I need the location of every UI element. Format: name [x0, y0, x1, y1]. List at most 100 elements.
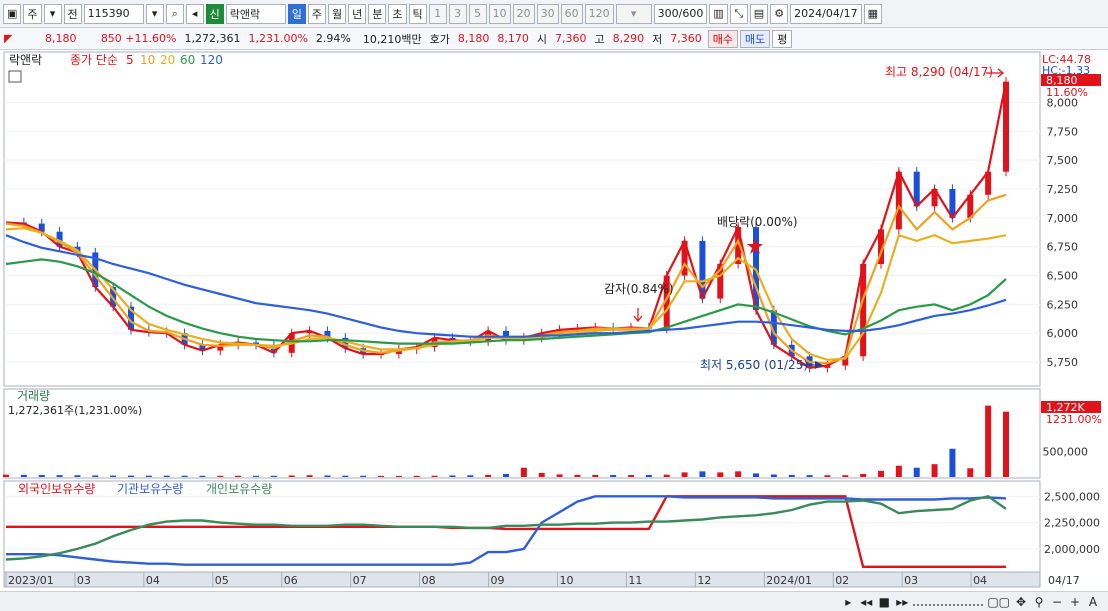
interval-10[interactable]: 10: [488, 3, 511, 24]
volume-bar: [592, 474, 599, 477]
interval-5[interactable]: 5: [468, 3, 487, 24]
ma-legend: 종가 단순 5 10 20 60 120: [70, 53, 223, 67]
holdings-tick-label: 2,500,000: [1044, 490, 1100, 503]
volume-title: 거래량: [17, 389, 50, 403]
interval-dropdown[interactable]: ▾: [615, 3, 652, 24]
interval-120[interactable]: 120: [584, 3, 614, 24]
scroll-right-icon[interactable]: ▸: [841, 595, 855, 609]
minus-icon[interactable]: −: [1050, 595, 1064, 609]
volume-bar: [92, 475, 99, 477]
volume-bar: [913, 467, 920, 477]
prefix-select[interactable]: 전: [63, 3, 82, 24]
high-label: 고: [594, 32, 605, 46]
volume-bar: [306, 475, 313, 477]
price-tick-label: 5,750: [1047, 356, 1079, 369]
price-title: 락앤락: [9, 53, 42, 67]
draw-icon[interactable]: ⤡: [729, 3, 748, 24]
x-tick-label: 2024/01: [766, 574, 812, 587]
tab-second[interactable]: 초: [388, 3, 407, 24]
low-price: 7,360: [670, 32, 702, 45]
eval-button[interactable]: 평: [772, 29, 793, 48]
new-badge: 신: [205, 3, 224, 24]
forward-icon[interactable]: ▸▸: [895, 595, 909, 609]
volume-percent: 1,231.00%: [248, 32, 308, 45]
gear-icon[interactable]: ⚙: [770, 3, 789, 24]
volume-bar: [574, 474, 581, 477]
dropdown-arrow-icon[interactable]: ▾: [43, 3, 62, 24]
volume-bar: [520, 467, 527, 477]
legend-individual: 개인보유수량: [206, 482, 272, 496]
legend-ma120: 120: [200, 53, 223, 67]
stop-icon[interactable]: ■: [877, 595, 891, 609]
price-change: 850 +11.60%: [100, 32, 177, 45]
x-tick-label: 07: [353, 574, 367, 587]
zoom-icon[interactable]: ⚲: [1032, 595, 1046, 609]
volume-bar: [56, 475, 63, 477]
tab-day[interactable]: 일: [287, 3, 306, 24]
volume-bar: [20, 474, 27, 477]
interval-3[interactable]: 3: [448, 3, 467, 24]
volume-value: 1,272,361: [184, 32, 241, 45]
flag-icon: ◤: [4, 32, 13, 45]
interval-1[interactable]: 1: [428, 3, 447, 24]
data-count[interactable]: 300/600: [653, 3, 708, 24]
volume-bar: [395, 475, 402, 477]
x-tick-label: 10: [559, 574, 573, 587]
turnover-percent: 2.94%: [315, 32, 351, 45]
interval-20[interactable]: 20: [512, 3, 535, 24]
sell-button[interactable]: 매도: [739, 29, 771, 48]
tools-icon[interactable]: ✥: [1014, 595, 1028, 609]
chart-svg: 5,750 6,000 6,250 6,500 6,750 7,000 7,250 7,500…: [3, 51, 1102, 588]
volume-bar: [699, 471, 706, 477]
save-icon[interactable]: ▤: [749, 3, 769, 24]
search-icon[interactable]: ⌕: [165, 3, 184, 24]
font-icon[interactable]: A: [1086, 595, 1100, 609]
volume-bar: [38, 475, 45, 477]
tab-month[interactable]: 월: [328, 3, 347, 24]
tab-year[interactable]: 년: [348, 3, 367, 24]
volume-bar: [253, 475, 259, 477]
date-input[interactable]: 2024/04/17: [790, 3, 862, 24]
price-tick-label: 6,000: [1047, 327, 1079, 340]
period-select[interactable]: 주: [23, 3, 42, 24]
speaker-icon[interactable]: ◂: [185, 3, 204, 24]
tab-tick[interactable]: 틱: [408, 3, 427, 24]
plus-icon[interactable]: +: [1068, 595, 1082, 609]
chart-type-icon[interactable]: ▣: [3, 3, 22, 24]
tab-week[interactable]: 주: [307, 3, 327, 24]
holdings-panel: 2,000,000 2,250,000 2,500,000 외국인보유수량 기관보유…: [3, 480, 1100, 573]
volume-bar: [413, 475, 420, 477]
table-icon[interactable]: [8, 70, 22, 83]
price-tick-label: 6,500: [1047, 270, 1079, 283]
legend-ma5: 5: [126, 53, 134, 67]
candle-icon[interactable]: ▥: [709, 3, 728, 24]
x-tick-label: 09: [491, 574, 505, 587]
ask-price: 8,180: [457, 32, 490, 45]
x-tick-label: 02: [835, 574, 849, 587]
volume-bar: [163, 475, 170, 477]
high-price: 8,290: [612, 32, 645, 45]
price-tick-label: 6,250: [1047, 298, 1079, 311]
tab-minute[interactable]: 분: [368, 3, 387, 24]
layout-icon[interactable]: ▢▢: [987, 595, 1010, 609]
code-dropdown-icon[interactable]: ▾: [145, 3, 164, 24]
volume-bar: [342, 475, 349, 477]
volume-bar: [199, 475, 206, 477]
interval-60[interactable]: 60: [560, 3, 583, 24]
calendar-icon[interactable]: ▦: [863, 3, 882, 24]
volume-bar: [288, 475, 295, 477]
volume-bar: [860, 473, 867, 477]
buy-button[interactable]: 매수: [707, 29, 738, 48]
volume-bar: [235, 475, 242, 477]
stock-code-input[interactable]: 115390: [83, 3, 144, 24]
volume-bar: [503, 473, 509, 477]
volume-bar: [949, 448, 956, 477]
rewind-icon[interactable]: ◂◂: [859, 595, 873, 609]
low-label: 저: [652, 32, 663, 46]
zoom-slider[interactable]: [913, 598, 984, 606]
volume-bar: [985, 405, 992, 477]
volume-bar: [770, 474, 777, 477]
x-tick-label: 04: [973, 574, 987, 587]
bid-price: 8,170: [497, 32, 529, 45]
interval-30[interactable]: 30: [536, 3, 559, 24]
